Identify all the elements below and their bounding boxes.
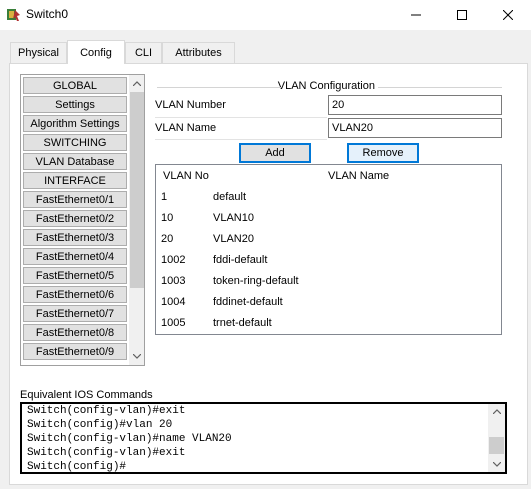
close-button[interactable] bbox=[485, 0, 531, 30]
vlan-name-cell: VLAN20 bbox=[213, 233, 254, 245]
ios-command-line: Switch(config-vlan)#name VLAN20 bbox=[27, 433, 232, 445]
vlan-no-cell: 20 bbox=[161, 233, 174, 245]
sidebar-item-fastethernet0-4[interactable]: FastEthernet0/4 bbox=[23, 248, 127, 265]
sidebar-item-fastethernet0-7[interactable]: FastEthernet0/7 bbox=[23, 305, 127, 322]
tab-attributes[interactable]: Attributes bbox=[162, 42, 235, 63]
sidebar-item-global[interactable]: GLOBAL bbox=[23, 77, 127, 94]
title-divider bbox=[378, 87, 502, 88]
table-row[interactable]: 1005 trnet-default bbox=[156, 313, 501, 334]
window-title: Switch0 bbox=[26, 7, 69, 21]
ios-command-line: Switch(config-vlan)#exit bbox=[27, 447, 186, 459]
maximize-icon bbox=[457, 10, 467, 20]
vlan-name-input[interactable]: VLAN20 bbox=[328, 118, 502, 138]
table-row[interactable]: 20 VLAN20 bbox=[156, 229, 501, 250]
vlan-number-input[interactable]: 20 bbox=[328, 95, 502, 115]
vlan-name-cell: default bbox=[213, 191, 247, 203]
column-header-vlan-no: VLAN No bbox=[163, 170, 209, 182]
remove-button[interactable]: Remove bbox=[347, 143, 419, 163]
sidebar-item-fastethernet0-3[interactable]: FastEthernet0/3 bbox=[23, 229, 127, 246]
sidebar-item-vlan-database[interactable]: VLAN Database bbox=[23, 153, 127, 170]
minimize-icon bbox=[411, 14, 421, 16]
sidebar-item-settings[interactable]: Settings bbox=[23, 96, 127, 113]
close-icon bbox=[503, 10, 513, 20]
sidebar-item-fastethernet0-5[interactable]: FastEthernet0/5 bbox=[23, 267, 127, 284]
vlan-no-cell: 1005 bbox=[161, 317, 186, 329]
vlan-no-cell: 1 bbox=[161, 191, 168, 203]
ios-scroll-thumb[interactable] bbox=[489, 437, 504, 454]
sidebar-item-fastethernet0-2[interactable]: FastEthernet0/2 bbox=[23, 210, 127, 227]
vlan-name-label: VLAN Name bbox=[155, 122, 217, 134]
add-button[interactable]: Add bbox=[239, 143, 311, 163]
minimize-button[interactable] bbox=[393, 0, 439, 30]
table-row[interactable]: 1002 fddi-default bbox=[156, 250, 501, 271]
ios-commands-box[interactable]: Switch(config-vlan)#exit Switch(config)#… bbox=[20, 402, 507, 474]
table-header: VLAN No VLAN Name bbox=[156, 165, 501, 187]
app-icon bbox=[7, 9, 20, 21]
vlan-name-cell: fddi-default bbox=[213, 254, 268, 266]
scroll-down-icon[interactable] bbox=[488, 457, 505, 472]
vlan-name-cell: token-ring-default bbox=[213, 275, 299, 287]
sidebar-scrollbar[interactable] bbox=[129, 75, 144, 365]
sidebar-item-switching[interactable]: SWITCHING bbox=[23, 134, 127, 151]
sidebar-item-fastethernet0-8[interactable]: FastEthernet0/8 bbox=[23, 324, 127, 341]
vlan-config-title: VLAN Configuration bbox=[277, 80, 375, 92]
ios-command-line: Switch(config)#vlan 20 bbox=[27, 419, 173, 431]
vlan-no-cell: 10 bbox=[161, 212, 174, 224]
scroll-up-icon[interactable] bbox=[129, 75, 144, 92]
ios-scrollbar[interactable] bbox=[488, 404, 505, 472]
column-header-vlan-name: VLAN Name bbox=[328, 170, 390, 182]
tab-physical[interactable]: Physical bbox=[10, 42, 67, 63]
ios-commands-label: Equivalent IOS Commands bbox=[20, 389, 153, 401]
sidebar-item-fastethernet0-1[interactable]: FastEthernet0/1 bbox=[23, 191, 127, 208]
vlan-number-label: VLAN Number bbox=[155, 99, 226, 111]
vlan-name-cell: fddinet-default bbox=[213, 296, 283, 308]
vlan-name-cell: trnet-default bbox=[213, 317, 272, 329]
vlan-no-cell: 1004 bbox=[161, 296, 186, 308]
row-divider bbox=[155, 139, 327, 140]
row-divider bbox=[155, 117, 327, 118]
sidebar-item-fastethernet0-6[interactable]: FastEthernet0/6 bbox=[23, 286, 127, 303]
ios-command-line: Switch(config)# bbox=[27, 461, 127, 473]
vlan-no-cell: 1002 bbox=[161, 254, 186, 266]
vlan-table: VLAN No VLAN Name 1 default 10 VLAN10 20… bbox=[155, 164, 502, 335]
sidebar-item-algorithm-settings[interactable]: Algorithm Settings bbox=[23, 115, 127, 132]
tab-bar: Physical Config CLI Attributes bbox=[0, 30, 531, 64]
vlan-name-cell: VLAN10 bbox=[213, 212, 254, 224]
ios-command-line: Switch(config-vlan)#exit bbox=[27, 405, 186, 417]
table-row[interactable]: 1004 fddinet-default bbox=[156, 292, 501, 313]
table-row[interactable]: 1003 token-ring-default bbox=[156, 271, 501, 292]
table-row[interactable]: 10 VLAN10 bbox=[156, 208, 501, 229]
sidebar-item-fastethernet0-9[interactable]: FastEthernet0/9 bbox=[23, 343, 127, 360]
sidebar-item-interface[interactable]: INTERFACE bbox=[23, 172, 127, 189]
tab-cli[interactable]: CLI bbox=[125, 42, 162, 63]
vlan-no-cell: 1003 bbox=[161, 275, 186, 287]
title-divider bbox=[157, 87, 281, 88]
tab-config[interactable]: Config bbox=[67, 40, 125, 64]
scroll-down-icon[interactable] bbox=[129, 348, 144, 365]
table-row[interactable]: 1 default bbox=[156, 187, 501, 208]
config-sidebar: GLOBAL Settings Algorithm Settings SWITC… bbox=[20, 74, 145, 366]
title-bar: Switch0 bbox=[0, 0, 531, 30]
maximize-button[interactable] bbox=[439, 0, 485, 30]
scroll-up-icon[interactable] bbox=[488, 404, 505, 419]
sidebar-scroll-thumb[interactable] bbox=[130, 92, 144, 288]
